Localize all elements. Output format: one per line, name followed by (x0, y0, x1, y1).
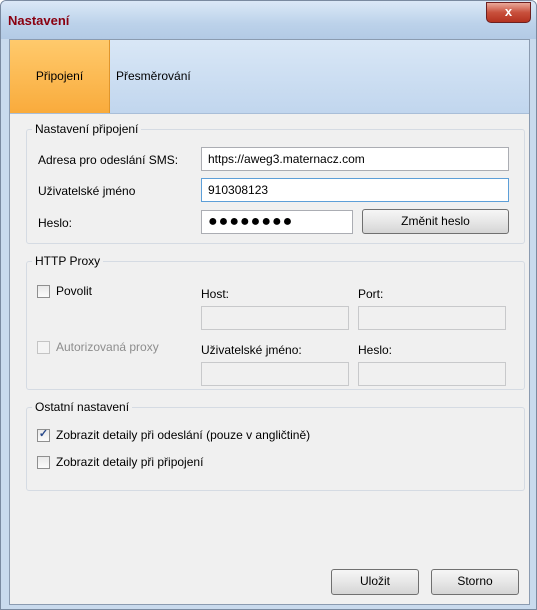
proxy-host-input[interactable] (201, 306, 349, 330)
tab-pripojeni[interactable]: Připojení (10, 40, 110, 113)
tab-bar: Připojení Přesměrování (10, 40, 529, 114)
proxy-password-label: Heslo: (358, 343, 393, 357)
proxy-username-input[interactable] (201, 362, 349, 386)
proxy-port-input[interactable] (358, 306, 506, 330)
proxy-password-input[interactable] (358, 362, 506, 386)
enable-proxy-label[interactable]: Povolit (56, 284, 92, 298)
close-icon: x (504, 4, 513, 19)
tab-presmerovani[interactable]: Přesměrování (116, 40, 226, 113)
password-label: Heslo: (38, 216, 73, 230)
close-button[interactable]: x (486, 2, 531, 23)
username-input[interactable]: 910308123 (201, 178, 509, 202)
proxy-auth-label: Autorizovaná proxy (56, 340, 159, 354)
proxy-auth-checkbox[interactable] (37, 341, 50, 354)
http-proxy-group: HTTP Proxy Povolit Host: Port: Autorizov… (26, 254, 525, 390)
http-proxy-legend: HTTP Proxy (32, 254, 104, 268)
password-input[interactable]: ●●●●●●●● (201, 210, 353, 234)
other-settings-legend: Ostatní nastavení (32, 400, 133, 414)
details-on-send-checkbox[interactable]: ✓ (37, 428, 50, 442)
proxy-host-label: Host: (201, 287, 230, 301)
proxy-port-label: Port: (358, 287, 384, 301)
window-title: Nastavení (8, 13, 70, 28)
enable-proxy-checkbox[interactable] (37, 285, 50, 298)
connection-settings-legend: Nastavení připojení (32, 122, 142, 136)
change-password-button[interactable]: Změnit heslo (362, 209, 509, 234)
sms-url-label: Adresa pro odeslání SMS: (38, 153, 179, 167)
details-on-connect-label[interactable]: Zobrazit detaily při připojení (56, 455, 203, 469)
cancel-button[interactable]: Storno (431, 569, 519, 595)
connection-settings-group: Nastavení připojení Adresa pro odeslání … (26, 122, 525, 244)
other-settings-group: Ostatní nastavení ✓ Zobrazit detaily při… (26, 400, 525, 491)
settings-dialog: Nastavení x Připojení Přesměrování Nasta… (0, 0, 537, 610)
details-on-send-label[interactable]: Zobrazit detaily při odeslání (pouze v a… (56, 428, 310, 442)
title-bar[interactable]: Nastavení x (1, 1, 536, 39)
dialog-body: Připojení Přesměrování Nastavení připoje… (9, 39, 530, 605)
details-on-connect-checkbox[interactable] (37, 456, 50, 469)
proxy-username-label: Uživatelské jméno: (201, 343, 302, 357)
check-icon: ✓ (38, 428, 49, 440)
username-label: Uživatelské jméno (38, 184, 136, 198)
save-button[interactable]: Uložit (331, 569, 419, 595)
sms-url-input[interactable]: https://aweg3.maternacz.com (201, 147, 509, 171)
